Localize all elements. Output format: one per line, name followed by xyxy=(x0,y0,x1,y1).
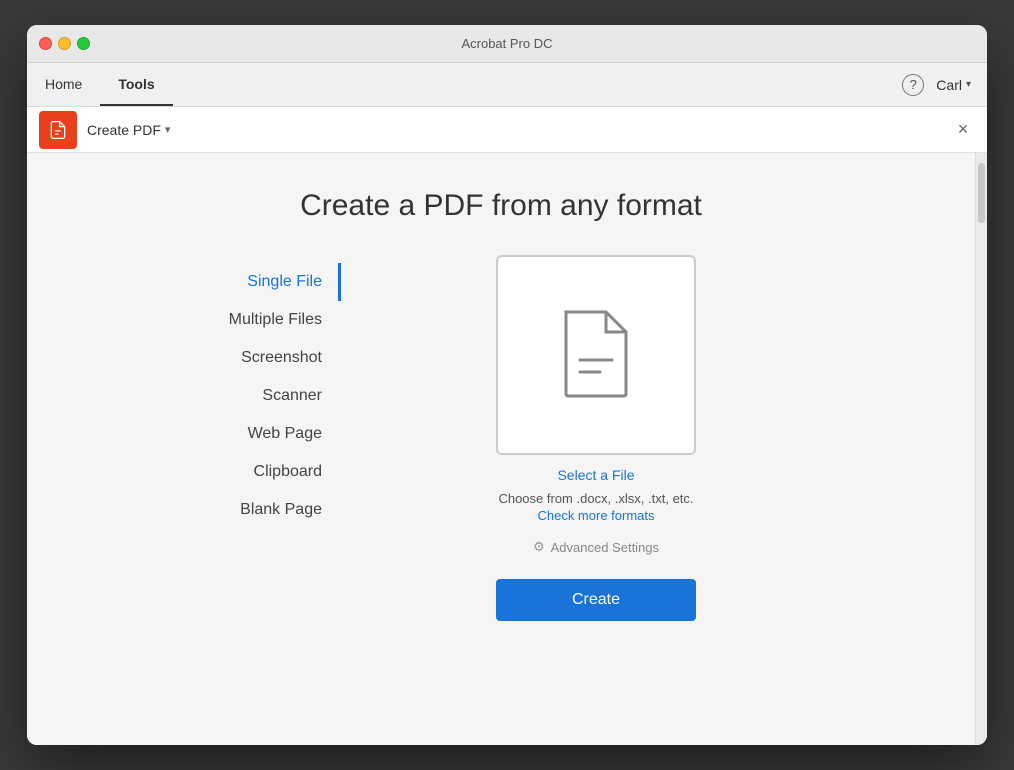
gear-icon: ⚙ xyxy=(533,539,545,555)
main-wrapper: Create a PDF from any format Single File… xyxy=(27,153,987,745)
file-icon xyxy=(556,308,636,403)
create-pdf-icon-button[interactable] xyxy=(39,111,77,149)
traffic-lights xyxy=(39,37,90,50)
sidebar-list: Single File Multiple Files Screenshot Sc… xyxy=(151,255,341,745)
drop-zone[interactable] xyxy=(496,255,696,455)
sidebar-item-scanner[interactable]: Scanner xyxy=(151,377,341,415)
scrollbar-thumb[interactable] xyxy=(978,163,985,223)
window-title: Acrobat Pro DC xyxy=(461,36,552,51)
user-name: Carl xyxy=(936,77,962,93)
scrollbar-track[interactable] xyxy=(975,153,987,745)
minimize-traffic-light[interactable] xyxy=(58,37,71,50)
page-title: Create a PDF from any format xyxy=(300,189,702,223)
advanced-settings-label: Advanced Settings xyxy=(551,540,659,555)
main-content: Create a PDF from any format Single File… xyxy=(27,153,975,745)
check-formats-link[interactable]: Check more formats xyxy=(537,508,654,523)
help-icon[interactable]: ? xyxy=(902,74,924,96)
sidebar-item-multiple-files[interactable]: Multiple Files xyxy=(151,301,341,339)
user-chevron-down-icon: ▾ xyxy=(966,79,971,90)
file-types-text: Choose from .docx, .xlsx, .txt, etc. xyxy=(498,491,693,506)
tab-tools[interactable]: Tools xyxy=(100,63,172,106)
sidebar-item-web-page[interactable]: Web Page xyxy=(151,415,341,453)
content-area: Create a PDF from any format Single File… xyxy=(27,153,975,745)
advanced-settings[interactable]: ⚙ Advanced Settings xyxy=(533,539,659,555)
select-file-link[interactable]: Select a File xyxy=(557,467,634,483)
panel-container: Single File Multiple Files Screenshot Sc… xyxy=(151,255,851,745)
app-window: Acrobat Pro DC Home Tools ? Carl ▾ xyxy=(27,25,987,745)
sidebar-item-screenshot[interactable]: Screenshot xyxy=(151,339,341,377)
scroll-area: Create a PDF from any format Single File… xyxy=(27,153,975,745)
nav-right: ? Carl ▾ xyxy=(902,63,971,106)
create-pdf-chevron-icon: ▾ xyxy=(165,123,171,136)
tab-home[interactable]: Home xyxy=(27,63,100,106)
title-bar: Acrobat Pro DC xyxy=(27,25,987,63)
nav-tabs: Home Tools xyxy=(27,63,173,106)
close-traffic-light[interactable] xyxy=(39,37,52,50)
nav-bar: Home Tools ? Carl ▾ xyxy=(27,63,987,107)
create-button[interactable]: Create xyxy=(496,579,696,621)
create-pdf-label[interactable]: Create PDF ▾ xyxy=(87,122,170,138)
sidebar-item-single-file[interactable]: Single File xyxy=(151,263,341,301)
right-panel: Select a File Choose from .docx, .xlsx, … xyxy=(341,255,851,745)
sidebar-item-clipboard[interactable]: Clipboard xyxy=(151,453,341,491)
sidebar-item-blank-page[interactable]: Blank Page xyxy=(151,491,341,529)
user-menu[interactable]: Carl ▾ xyxy=(936,77,971,93)
tool-bar: Create PDF ▾ × xyxy=(27,107,987,153)
close-button[interactable]: × xyxy=(951,118,975,142)
maximize-traffic-light[interactable] xyxy=(77,37,90,50)
